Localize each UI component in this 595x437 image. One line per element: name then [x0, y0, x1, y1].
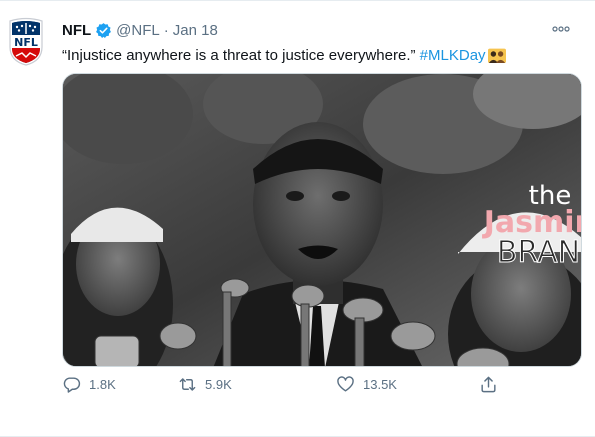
reply-button[interactable]: 1.8K — [62, 375, 116, 394]
like-count: 13.5K — [363, 377, 397, 392]
tweet-action-bar: 1.8K 5.9K 13.5K — [58, 373, 508, 399]
more-options-icon[interactable] — [551, 25, 571, 33]
verified-badge-icon — [96, 22, 112, 38]
author-handle[interactable]: @NFL — [116, 22, 160, 39]
like-button[interactable]: 13.5K — [336, 375, 397, 394]
tweet-card[interactable]: NFL NFL @NFL · Jan 18 “Injustice anywher… — [0, 0, 595, 437]
tweet-header: NFL @NFL · Jan 18 — [62, 19, 218, 41]
tweet-quote: “Injustice anywhere is a threat to justi… — [62, 47, 416, 64]
tweet-media-photo[interactable]: the Jasmine BRAND — [62, 73, 582, 367]
hashtag-link[interactable]: #MLKDay — [420, 47, 486, 64]
retweet-icon — [179, 378, 196, 391]
share-button[interactable] — [479, 375, 506, 394]
share-icon — [481, 376, 496, 393]
nfl-logo-avatar[interactable]: NFL — [6, 17, 46, 67]
retweet-button[interactable]: 5.9K — [178, 375, 232, 394]
nfl-logo-text: NFL — [14, 36, 38, 49]
reply-count: 1.8K — [89, 377, 116, 392]
author-name[interactable]: NFL — [62, 22, 91, 39]
retweet-count: 5.9K — [205, 377, 232, 392]
reply-icon — [63, 377, 81, 393]
separator-dot: · — [163, 21, 169, 39]
mlk-day-emoji-icon — [487, 48, 506, 63]
heart-icon — [337, 376, 354, 392]
tweet-text: “Injustice anywhere is a threat to justi… — [62, 45, 506, 64]
mlk-speech-photo — [63, 74, 581, 366]
tweet-date[interactable]: Jan 18 — [173, 22, 218, 39]
